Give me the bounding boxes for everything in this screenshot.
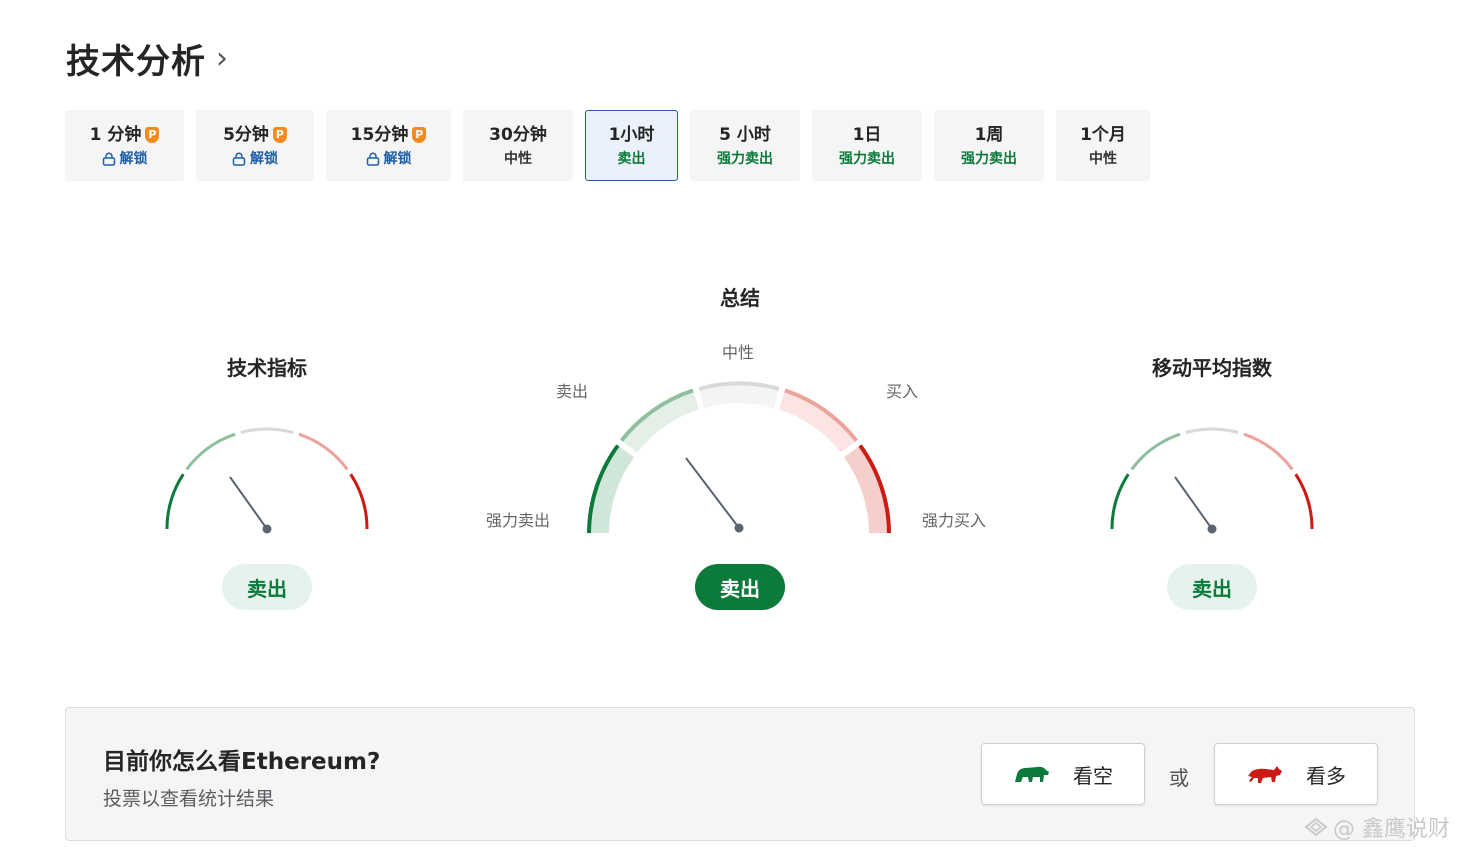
gauge-needle xyxy=(1174,476,1213,530)
gauge-needle xyxy=(229,476,268,530)
diamond-icon xyxy=(1305,818,1327,836)
tab-status: 解锁 xyxy=(383,150,412,167)
tab-status: 强力卖出 xyxy=(839,150,895,167)
bullish-button[interactable]: 看多 xyxy=(1214,743,1378,805)
lock-icon xyxy=(366,152,379,166)
gauge-pivot xyxy=(734,523,744,533)
tab-label: 15分钟 xyxy=(350,124,409,145)
tab-label: 1小时 xyxy=(608,124,655,145)
bearish-button[interactable]: 看空 xyxy=(981,743,1145,805)
tab-status: 强力卖出 xyxy=(717,150,773,167)
tab-1hour[interactable]: 1小时 卖出 xyxy=(585,110,678,181)
tab-5hour[interactable]: 5 小时 强力卖出 xyxy=(690,110,800,181)
bull-icon xyxy=(1248,766,1282,783)
summary-gauge xyxy=(587,381,891,534)
poll-question: 目前你怎么看Ethereum? xyxy=(103,749,381,775)
summary-result-badge: 卖出 xyxy=(695,564,785,610)
tab-1week[interactable]: 1周 强力卖出 xyxy=(934,110,1044,181)
section-header[interactable]: 技术分析 › xyxy=(66,34,228,83)
moving-averages-gauge xyxy=(1110,427,1314,534)
premium-badge-icon: P xyxy=(145,126,160,143)
bearish-label: 看空 xyxy=(1073,763,1113,788)
gauge-label-strong-sell: 强力卖出 xyxy=(486,511,551,530)
indicators-title: 技术指标 xyxy=(227,356,307,380)
gauge-pivot xyxy=(262,524,272,534)
indicators-result-badge: 卖出 xyxy=(222,564,312,610)
tab-15min[interactable]: 15分钟 P 解锁 xyxy=(326,110,451,181)
tab-status: 解锁 xyxy=(250,150,278,167)
tab-1month[interactable]: 1个月 中性 xyxy=(1056,110,1150,181)
gauge-pivot xyxy=(1207,524,1217,534)
tab-status: 强力卖出 xyxy=(961,150,1017,167)
gauge-label-strong-buy: 强力买入 xyxy=(922,511,987,530)
gauge-needle xyxy=(685,457,740,529)
chevron-right-icon[interactable]: › xyxy=(216,41,228,76)
tab-status: 中性 xyxy=(504,150,532,167)
lock-icon xyxy=(232,152,246,166)
indicators-gauge xyxy=(165,427,369,534)
tab-label: 1周 xyxy=(974,124,1004,145)
tab-label: 5分钟 xyxy=(223,124,269,145)
moving-averages-result-badge: 卖出 xyxy=(1167,564,1257,610)
lock-icon xyxy=(102,152,115,166)
gauge-label-neutral: 中性 xyxy=(722,343,755,362)
tab-label: 30分钟 xyxy=(489,124,547,145)
bear-icon xyxy=(1015,766,1049,782)
summary-title: 总结 xyxy=(720,286,760,310)
poll-subtitle: 投票以查看统计结果 xyxy=(103,788,275,810)
watermark: @ 鑫鹰说财 xyxy=(1305,811,1450,843)
tab-30min[interactable]: 30分钟 中性 xyxy=(463,110,573,181)
tab-label: 1个月 xyxy=(1080,124,1126,145)
watermark-text: @ 鑫鹰说财 xyxy=(1333,817,1450,842)
tab-status: 解锁 xyxy=(119,150,148,167)
tab-1day[interactable]: 1日 强力卖出 xyxy=(812,110,922,181)
tab-label: 1 分钟 xyxy=(89,124,142,145)
tab-label: 5 小时 xyxy=(719,124,771,145)
sentiment-poll: 目前你怎么看Ethereum? 投票以查看统计结果 看空 或 看多 xyxy=(65,707,1415,841)
tab-label: 1日 xyxy=(852,124,882,145)
tab-status: 中性 xyxy=(1089,150,1117,167)
or-label: 或 xyxy=(1169,766,1189,790)
premium-badge-icon: P xyxy=(272,126,287,143)
bullish-label: 看多 xyxy=(1306,763,1346,788)
tab-1min[interactable]: 1 分钟 P 解锁 xyxy=(65,110,184,181)
tab-status: 卖出 xyxy=(617,150,646,167)
moving-averages-title: 移动平均指数 xyxy=(1152,356,1272,380)
premium-badge-icon: P xyxy=(412,126,427,143)
page-title: 技术分析 xyxy=(66,42,206,82)
tab-5min[interactable]: 5分钟 P 解锁 xyxy=(196,110,314,181)
